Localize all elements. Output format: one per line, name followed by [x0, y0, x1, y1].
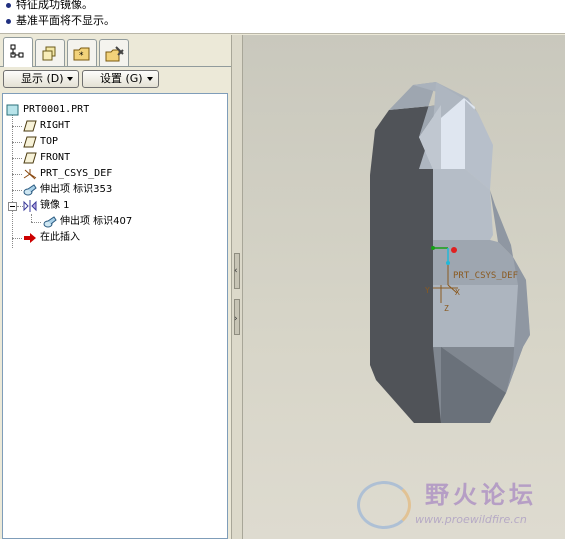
model-tree[interactable]: PRT0001.PRT RIGHT TOP FRONT PRT_CSYS_DEF… — [2, 93, 228, 539]
axis-y-label: Y — [425, 286, 430, 295]
axis-x-label: X — [455, 288, 460, 297]
watermark-title: 野火论坛 — [425, 481, 537, 509]
chevron-down-icon — [67, 77, 73, 81]
insert-arrow-icon — [24, 233, 36, 243]
tree-item-label: RIGHT — [40, 120, 71, 131]
message-area: 特征成功镜像。 基准平面将不显示。 — [0, 0, 565, 34]
extrude-icon — [43, 216, 57, 228]
part-icon — [6, 104, 19, 116]
chevron-right-icon: › — [234, 314, 238, 324]
datum-plane-icon — [23, 152, 37, 164]
csys-label: PRT_CSYS_DEF — [453, 271, 518, 281]
triad-red-dot — [451, 247, 457, 253]
mirror-icon — [23, 200, 37, 212]
tab-divider — [0, 66, 231, 67]
tree-item-label: 在此插入 — [40, 232, 80, 243]
tree-root-label: PRT0001.PRT — [23, 104, 90, 115]
datum-plane-icon — [23, 120, 37, 132]
tree-connector — [12, 110, 13, 248]
bullet-icon — [6, 2, 11, 8]
tree-item-label: FRONT — [40, 152, 71, 163]
tree-item-label: TOP — [40, 136, 59, 147]
show-dropdown-button[interactable]: 显示 (D) — [3, 70, 79, 88]
message-text: 特征成功镜像。 — [16, 0, 93, 11]
part-model: PRT_CSYS_DEF Y X Z — [370, 82, 530, 423]
settings-dropdown-button[interactable]: 设置 (G) — [82, 70, 159, 88]
navigator-tabs: * — [0, 35, 231, 67]
tree-toolbar: 显示 (D) 设置 (G) — [0, 68, 231, 90]
app-window: 特征成功镜像。 基准平面将不显示。 * 显示 (D) 设置 (G) PRT000… — [0, 0, 565, 539]
tree-connector — [12, 142, 22, 143]
tree-item-label: 伸出项 标识353 — [40, 184, 113, 195]
message-line: 基准平面将不显示。 — [6, 12, 115, 28]
tree-connector — [12, 126, 22, 127]
chevron-left-icon: ‹ — [234, 266, 238, 276]
collapse-toggle[interactable] — [8, 202, 17, 211]
tree-item-label: 伸出项 标识407 — [60, 216, 133, 227]
watermark-url: www.proewildfire.cn — [415, 513, 527, 526]
axis-z-label: Z — [444, 304, 449, 313]
favorites-icon — [105, 46, 124, 62]
message-text: 基准平面将不显示。 — [16, 14, 115, 27]
datum-plane-icon — [23, 136, 37, 148]
tab-favorites[interactable] — [99, 39, 129, 66]
tree-item-label: PRT_CSYS_DEF — [40, 168, 113, 179]
tree-connector — [31, 214, 32, 222]
tree-connector — [31, 222, 41, 223]
navigator-panel: * 显示 (D) 设置 (G) PRT0001.PRT RIGHT TOP FR… — [0, 35, 231, 539]
tree-connector — [12, 158, 22, 159]
extrude-icon — [23, 184, 37, 196]
tree-item-label: 镜像 1 — [40, 200, 70, 211]
graphics-viewport[interactable]: PRT_CSYS_DEF Y X Z 野火论坛 www.proewildfire… — [243, 35, 565, 539]
tab-folder-browser[interactable]: * — [67, 39, 97, 66]
triad-green-dot — [431, 246, 435, 250]
tab-layers[interactable] — [35, 39, 65, 66]
tree-connector — [12, 174, 22, 175]
svg-text:*: * — [79, 51, 84, 61]
tab-model-tree[interactable] — [3, 37, 33, 67]
triad-cyan-dot — [446, 261, 450, 265]
bullet-icon — [6, 18, 11, 24]
layer-icon — [42, 46, 56, 61]
tree-connector — [12, 238, 22, 239]
model-tree-icon — [10, 44, 24, 58]
tree-connector — [12, 190, 22, 191]
message-line: 特征成功镜像。 — [6, 0, 93, 12]
panel-splitter[interactable]: ‹ › — [231, 35, 243, 539]
watermark-logo-icon — [357, 481, 411, 529]
show-label: 显示 (D) — [21, 72, 64, 85]
settings-label: 设置 (G) — [100, 72, 143, 85]
chevron-down-icon — [147, 77, 153, 81]
watermark: 野火论坛 www.proewildfire.cn — [355, 473, 565, 539]
folder-icon: * — [73, 47, 90, 61]
coordinate-system-icon — [23, 169, 37, 180]
